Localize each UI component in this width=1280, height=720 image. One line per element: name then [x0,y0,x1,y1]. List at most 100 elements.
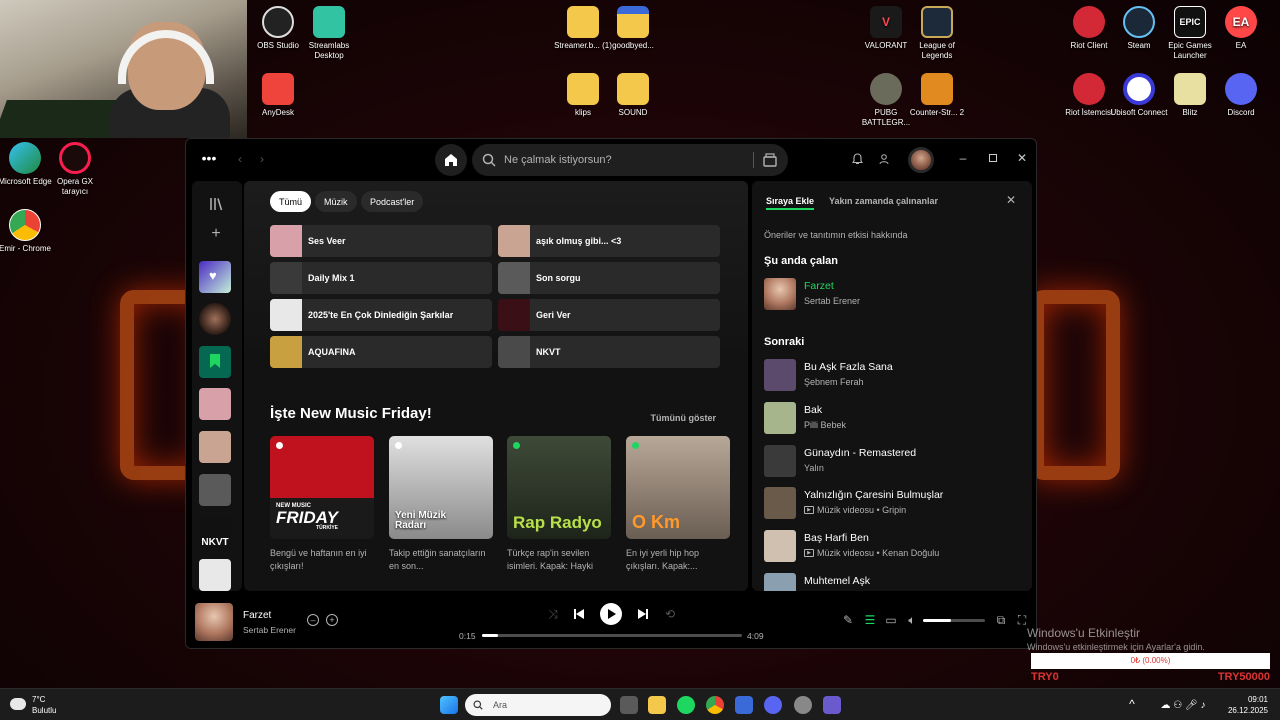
desktop-icon-chrome[interactable]: Emir - Chrome [0,209,57,254]
desktop-icon-opera-gx[interactable]: Opera GX tarayıcı [43,142,107,197]
app-taskbar-icon[interactable] [794,696,812,714]
album-card[interactable]: Yeni Müzik Radarı Takip ettiğin sanatçıl… [389,436,493,573]
close-queue-icon[interactable]: ✕ [1004,193,1018,207]
desktop-icon-discord[interactable]: Discord [1209,73,1273,118]
progress-fill [482,634,498,637]
now-playing-title[interactable]: Farzet [243,610,271,621]
now-playing-artist[interactable]: Sertab Erener [243,625,296,635]
desktop-icon-cs2[interactable]: Counter-Str... 2 [905,73,969,118]
volume-slider[interactable] [923,619,985,622]
folder-icon [567,6,599,38]
close-window-icon[interactable]: ✕ [1015,151,1029,165]
queue-track-row[interactable]: Bu Aşk Fazla Sana Şebnem Ferah [764,359,1024,391]
desktop-icon-folder-sound[interactable]: SOUND [601,73,665,118]
taskbar-search[interactable]: Ara [465,694,611,716]
desktop-icon-ea[interactable]: EA EA [1209,6,1273,51]
quick-pick-card[interactable]: 2025'te En Çok Dinlediğin Şarkılar [270,299,492,331]
sidebar-playlist-tile[interactable] [199,388,231,420]
connect-device-icon[interactable]: ▭ [884,613,898,627]
system-clock[interactable]: 09:01 26.12.2025 [1228,694,1268,716]
queue-track-row[interactable]: Yalnızlığın Çaresini Bulmuşlar ▶ Müzik vi… [764,487,1024,519]
queue-icon[interactable]: ☰ [863,613,877,627]
previous-track-icon[interactable] [572,607,586,621]
sidebar-playlist-tile[interactable] [199,431,231,463]
create-plus-icon[interactable]: + [207,225,225,243]
liked-songs-tile[interactable]: ♥ [199,261,231,293]
tab-queue[interactable]: Sıraya Ekle [766,196,815,210]
saved-episodes-tile[interactable] [199,346,231,378]
queue-now-playing-row[interactable]: Farzet Sertab Erener [764,278,1024,310]
search-input[interactable]: Ne çalmak istiyorsun? [472,144,788,176]
spotify-taskbar-icon[interactable] [677,696,695,714]
desktop-icon-folder-goodbye[interactable]: goodbyed... [601,6,665,51]
taskbar: 7°C Bulutlu Ara ^ ☁ ⚇ 🎤︎ ♪ 09:01 26.12.20… [0,688,1280,720]
bell-icon[interactable] [850,152,864,166]
maximize-icon[interactable] [986,151,1000,165]
show-all-link[interactable]: Tümünü göster [651,413,717,423]
quick-pick-card[interactable]: NKVT [498,336,720,368]
shuffle-icon[interactable]: ⤨ [546,607,560,621]
fullscreen-icon[interactable]: ⛶ [1015,613,1029,627]
forward-arrow-icon[interactable]: › [256,151,268,167]
quick-pick-card[interactable]: Daily Mix 1 [270,262,492,294]
quick-pick-card[interactable]: Geri Ver [498,299,720,331]
back-arrow-icon[interactable]: ‹ [234,151,246,167]
library-icon[interactable] [207,195,225,213]
sidebar-artist-tile[interactable] [199,303,231,335]
track-thumb [764,402,796,434]
queue-track-row[interactable]: Günaydın - Remastered Yalın [764,445,1024,477]
queue-track-row[interactable]: Baş Harfi Ben ▶ Müzik videosu • Kenan Doğ… [764,530,1024,562]
quick-pick-card[interactable]: Ses Veer [270,225,492,257]
quick-pick-card[interactable]: AQUAFINA [270,336,492,368]
quick-pick-card[interactable]: Son sorgu [498,262,720,294]
filter-chip-podcasts[interactable]: Podcast'ler [361,191,424,212]
tray-chevron-icon[interactable]: ^ [1126,697,1138,711]
chrome-taskbar-icon[interactable] [706,696,724,714]
sidebar-playlist-tile[interactable]: NKVT [199,516,231,548]
queue-track-row[interactable]: Muhtemel Aşk [764,573,1024,591]
next-track-icon[interactable] [636,607,650,621]
user-avatar[interactable] [908,147,934,173]
album-card[interactable]: O Km En iyi yerli hip hop çıkışları. Kap… [626,436,730,573]
filter-chip-all[interactable]: Tümü [270,191,312,212]
start-menu-icon[interactable] [440,696,458,714]
sidebar-playlist-tile[interactable] [199,474,231,506]
tray-icons[interactable]: ☁ ⚇ 🎤︎ ♪ [1148,698,1218,712]
repeat-icon[interactable]: ⟲ [663,607,677,621]
lyrics-icon[interactable]: ✎ [841,613,855,627]
home-button[interactable] [435,144,467,176]
now-playing-cover[interactable] [195,603,233,641]
desktop-icon-league[interactable]: League of Legends [905,6,969,61]
menu-dots-icon[interactable]: ••• [200,150,218,166]
remove-from-liked-icon[interactable]: – [307,614,319,626]
section-title[interactable]: İşte New Music Friday! [270,405,432,422]
app-taskbar-icon[interactable] [735,696,753,714]
queue-track-row[interactable]: Bak Pilli Bebek [764,402,1024,434]
friends-activity-icon[interactable] [877,152,891,166]
miniplayer-icon[interactable]: ⧉ [994,613,1008,627]
browse-icon[interactable] [762,152,778,168]
recommendations-info-link[interactable]: Öneriler ve tanıtımın etkisi hakkında [764,230,908,240]
play-button[interactable] [600,603,622,625]
filter-chip-music[interactable]: Müzik [315,191,357,212]
sidebar-playlist-tile[interactable] [199,559,231,591]
add-to-playlist-icon[interactable]: + [326,614,338,626]
folder-icon [617,6,649,38]
album-card[interactable]: Rap Radyo Türkçe rap'in sevilen isimleri… [507,436,611,573]
discord-taskbar-icon[interactable] [764,696,782,714]
windows-activation-watermark: Windows'u Etkinleştir Windows'u etkinleş… [1027,626,1205,652]
desktop-icon-anydesk[interactable]: AnyDesk [246,73,310,118]
volume-icon[interactable]: 🔈︎ [905,613,919,627]
task-view-icon[interactable] [620,696,638,714]
album-card[interactable]: NEW MUSIC FRIDAY TÜRKİYE Bengü ve haftan… [270,436,374,573]
quick-pick-card[interactable]: aşık olmuş gibi... <3 [498,225,720,257]
desktop-icon-streamlabs[interactable]: Streamlabs Desktop [297,6,361,61]
league-icon [921,6,953,38]
progress-bar[interactable] [482,634,742,637]
app-taskbar-icon[interactable] [823,696,841,714]
cloud-icon [10,698,26,710]
file-explorer-icon[interactable] [648,696,666,714]
tab-recently-played[interactable]: Yakın zamanda çalınanlar [829,196,938,206]
donation-max-label: TRY50000 [1217,671,1270,683]
minimize-icon[interactable]: – [956,151,970,165]
